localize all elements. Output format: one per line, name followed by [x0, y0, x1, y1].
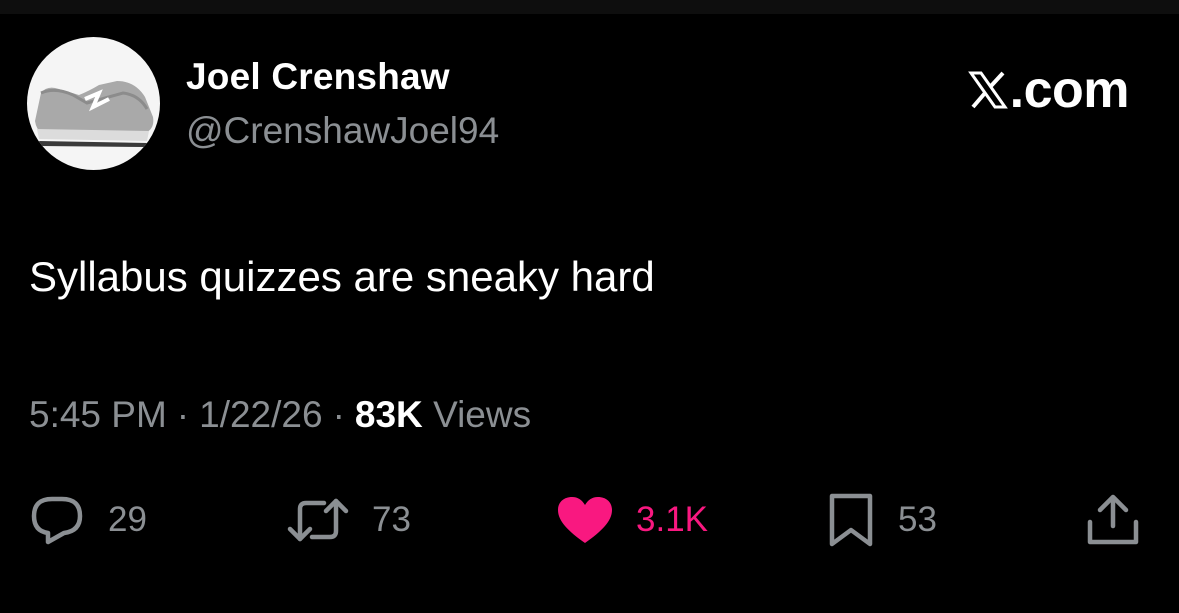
reply-button[interactable]: 29 — [28, 490, 147, 550]
bookmark-button[interactable]: 53 — [826, 490, 937, 550]
x-logo-icon — [967, 71, 1008, 109]
bookmark-count: 53 — [898, 500, 937, 539]
bookmark-icon — [829, 493, 873, 547]
x-com-brand: .com — [967, 60, 1130, 120]
views-count: 83K — [354, 394, 423, 435]
author-handle[interactable]: @CrenshawJoel94 — [186, 110, 499, 152]
author-display-name[interactable]: Joel Crenshaw — [186, 56, 450, 98]
like-button[interactable]: 3.1K — [556, 490, 708, 550]
heart-icon — [558, 497, 612, 543]
tweet-meta: 5:45 PM · 1/22/26 · 83K Views — [29, 394, 531, 436]
sneaker-image — [35, 81, 154, 147]
meta-separator: · — [332, 394, 345, 435]
brand-domain-label: .com — [1009, 61, 1130, 119]
like-count: 3.1K — [636, 500, 708, 539]
meta-separator: · — [176, 394, 190, 435]
tweet-time[interactable]: 5:45 PM — [29, 394, 167, 435]
avatar[interactable] — [27, 37, 160, 170]
repost-icon — [287, 498, 349, 542]
share-icon — [1087, 494, 1139, 545]
tweet-text: Syllabus quizzes are sneaky hard — [29, 253, 655, 300]
views-label: Views — [433, 394, 532, 435]
reply-icon — [31, 496, 83, 545]
repost-button[interactable]: 73 — [286, 490, 411, 550]
repost-count: 73 — [372, 500, 411, 539]
action-bar: 29 73 3.1K 53 — [0, 490, 1179, 550]
top-edge-bar — [0, 0, 1179, 14]
share-button[interactable] — [1084, 490, 1142, 550]
tweet-date[interactable]: 1/22/26 — [199, 394, 322, 435]
reply-count: 29 — [108, 500, 147, 539]
